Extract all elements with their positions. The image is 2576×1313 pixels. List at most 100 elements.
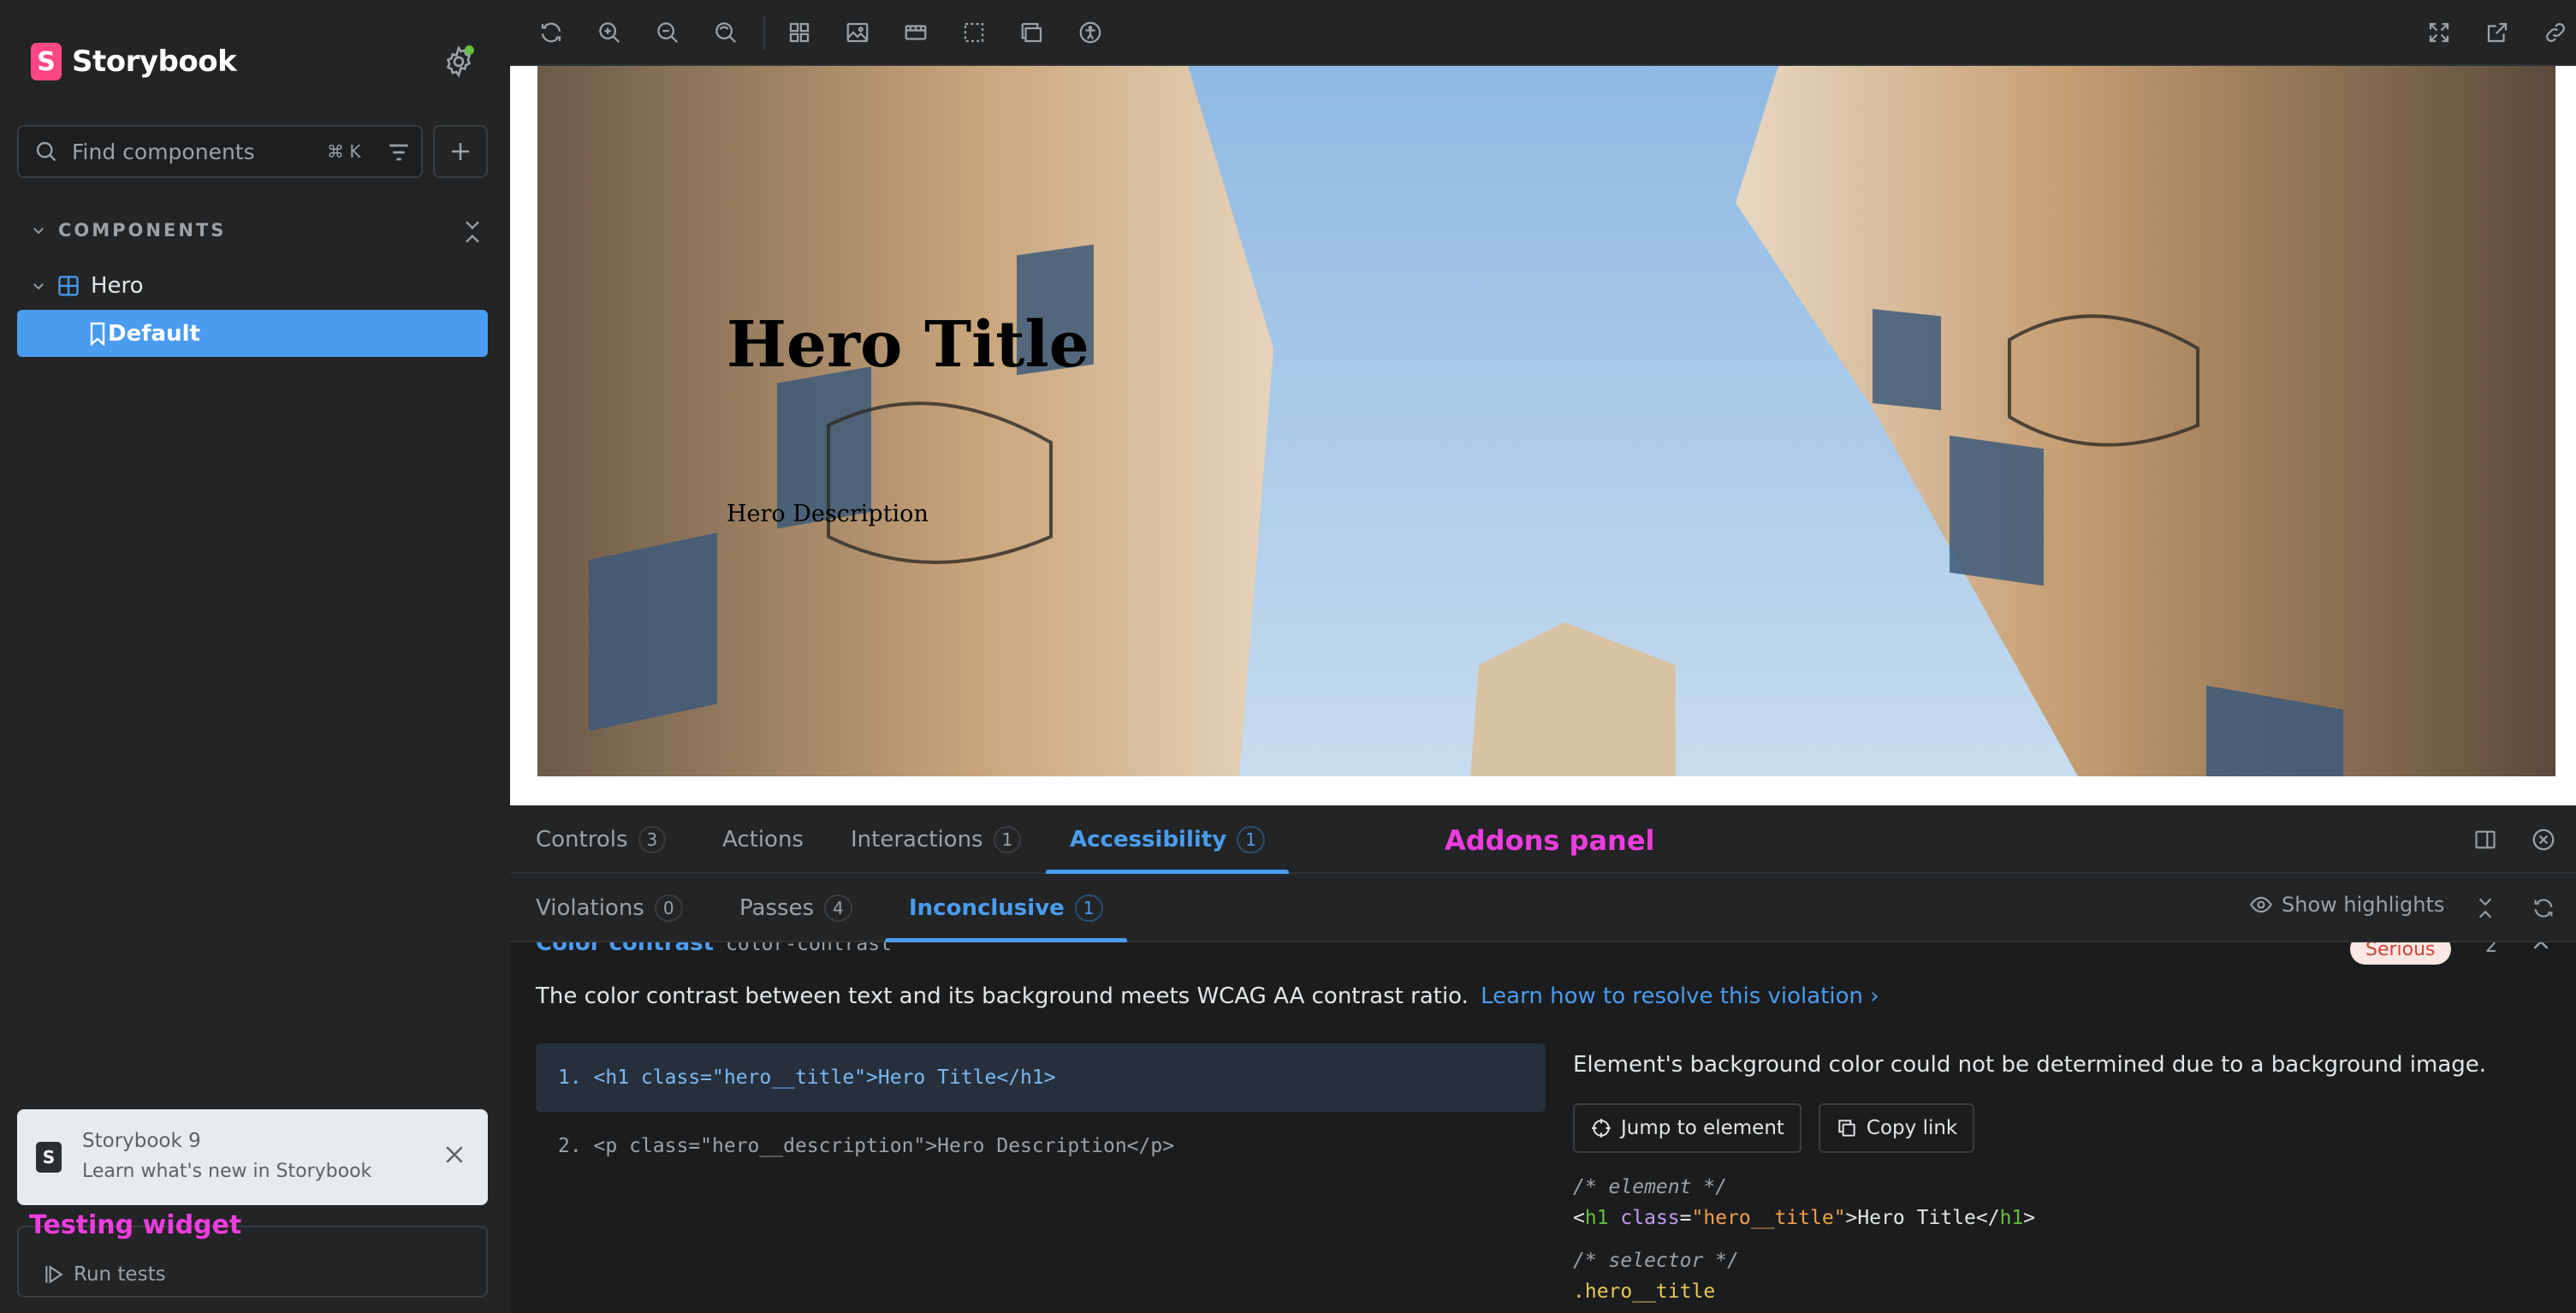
code-comment: /* element */: [1573, 1176, 1728, 1198]
close-icon: [446, 1146, 463, 1163]
close-notification-button[interactable]: [442, 1142, 467, 1167]
tab-actions[interactable]: Actions: [722, 805, 804, 874]
jump-to-element-label: Jump to element: [1621, 1117, 1784, 1139]
run-tests-button[interactable]: Run tests: [43, 1263, 166, 1286]
list-item[interactable]: 2. <p class="hero__description">Hero Des…: [536, 1112, 1546, 1180]
copy-link-button[interactable]: Copy link: [1818, 1103, 1975, 1153]
collapse-results-button[interactable]: [2470, 893, 2501, 924]
collapse-all-button[interactable]: [460, 217, 484, 247]
tab-inconclusive[interactable]: Inconclusive 1: [885, 874, 1126, 942]
fullscreen-icon: [2429, 22, 2449, 43]
sidebar: S Storybook ⌘ K COMPONENTS: [0, 0, 510, 1313]
hero-photo: [537, 66, 2555, 776]
panel-position-button[interactable]: [2470, 824, 2501, 855]
tab-controls[interactable]: Controls 3: [536, 805, 667, 874]
node-details: Element's background color could not be …: [1573, 1043, 2566, 1307]
copy-link-icon: [2546, 23, 2565, 42]
code-comment: /* selector */: [1573, 1250, 1739, 1272]
sidebar-item-default-story[interactable]: Default: [17, 310, 488, 357]
zoom-out-icon: [657, 22, 679, 44]
severity-badge: Serious: [2350, 942, 2451, 965]
rule-description-text: The color contrast between text and its …: [536, 983, 1469, 1009]
rule-description: The color contrast between text and its …: [536, 983, 1879, 1009]
search-box[interactable]: ⌘ K: [17, 125, 423, 178]
grid-button[interactable]: [784, 17, 815, 48]
addons-panel-annotation: Addons panel: [1445, 824, 1655, 857]
run-tests-label: Run tests: [74, 1263, 166, 1286]
component-icon: [58, 276, 79, 296]
jump-to-element-button[interactable]: Jump to element: [1573, 1103, 1801, 1153]
zoom-reset-button[interactable]: [710, 17, 741, 48]
show-highlights-label: Show highlights: [2282, 893, 2445, 917]
chevron-down-icon: [33, 228, 44, 235]
brand[interactable]: S Storybook: [31, 41, 237, 82]
rule-count: 2: [2485, 942, 2497, 957]
viewport-button[interactable]: [900, 17, 931, 48]
sidebar-item-hero[interactable]: Hero: [31, 270, 144, 301]
copy-link-button[interactable]: [2540, 17, 2571, 48]
accessibility-button[interactable]: [1075, 17, 1106, 48]
tab-count-badge: 0: [654, 894, 683, 922]
hero-title: Hero Title: [727, 308, 1089, 382]
tab-count-badge: 1: [1074, 894, 1103, 922]
bookmark-icon: [90, 322, 105, 346]
outline-button[interactable]: [959, 17, 989, 48]
list-item[interactable]: 1. <h1 class="hero__title">Hero Title</h…: [536, 1043, 1546, 1112]
measure-button[interactable]: [1017, 17, 1048, 48]
rule-collapse-button[interactable]: [2528, 942, 2554, 958]
whats-new-notification[interactable]: S Storybook 9 Learn what's new in Storyb…: [17, 1109, 488, 1205]
rule-header[interactable]: Color contrast color-contrast: [536, 942, 892, 956]
fullscreen-button[interactable]: [2424, 17, 2454, 48]
tab-violations[interactable]: Violations 0: [536, 874, 683, 942]
learn-more-link[interactable]: Learn how to resolve this violation ›: [1481, 983, 1879, 1009]
copy-link-label: Copy link: [1866, 1117, 1958, 1139]
play-icon: [45, 1265, 63, 1284]
grid-icon: [789, 22, 810, 43]
zoom-in-icon: [599, 22, 620, 44]
accessibility-icon: [1079, 21, 1101, 44]
create-story-button[interactable]: [433, 125, 488, 178]
settings-button[interactable]: [442, 45, 476, 79]
close-panel-button[interactable]: [2528, 824, 2559, 855]
reload-button[interactable]: [536, 17, 567, 48]
background-button[interactable]: [842, 17, 873, 48]
tab-label: Controls: [536, 827, 628, 853]
tab-passes[interactable]: Passes 4: [739, 874, 852, 942]
update-status-dot: [465, 45, 474, 55]
search-input[interactable]: [70, 138, 310, 165]
collapse-icon: [466, 221, 479, 243]
detail-actions: Jump to element Copy link: [1573, 1103, 2566, 1153]
sidebar-layout-icon: [2475, 830, 2496, 849]
eye-icon: [2250, 896, 2272, 913]
measure-icon: [1021, 22, 1042, 43]
sidebar-item-label: Default: [108, 320, 200, 347]
detail-message: Element's background color could not be …: [1573, 1052, 2487, 1078]
rerun-tests-button[interactable]: [2528, 893, 2559, 924]
filter-button[interactable]: [385, 139, 413, 166]
show-highlights-toggle[interactable]: Show highlights: [2249, 893, 2444, 917]
tab-label: Actions: [722, 827, 804, 853]
tab-count-badge: 1: [1237, 826, 1265, 853]
tab-accessibility[interactable]: Accessibility 1: [1046, 805, 1289, 874]
open-new-tab-button[interactable]: [2482, 17, 2513, 48]
affected-nodes-list: 1. <h1 class="hero__title">Hero Title</h…: [536, 1043, 1546, 1180]
chevron-down-icon: [33, 283, 44, 290]
zoom-out-button[interactable]: [652, 17, 683, 48]
zoom-in-button[interactable]: [594, 17, 625, 48]
a11y-results: Color contrast color-contrast Serious 2 …: [510, 942, 2576, 1313]
crosshair-icon: [1592, 1119, 1611, 1138]
storybook-logo-icon: S: [31, 43, 62, 80]
addons-panel: Controls 3 Actions Interactions 1 Access…: [510, 805, 2576, 1313]
toolbar-divider: [763, 15, 765, 50]
code-line-selector: .hero__title: [1573, 1280, 1716, 1303]
tab-label: Accessibility: [1070, 827, 1227, 853]
viewport-icon: [905, 25, 927, 40]
code-line-element: <h1 class="hero__title">Hero Title</h1>: [1573, 1207, 2036, 1229]
zoom-reset-icon: [715, 22, 737, 44]
preview-toolbar: [510, 0, 2576, 66]
plus-icon: [452, 143, 469, 160]
components-section-header[interactable]: COMPONENTS: [31, 216, 484, 245]
hero-background-image: Hero Title Hero Description: [537, 66, 2555, 776]
rule-name: Color contrast: [536, 942, 715, 956]
tab-interactions[interactable]: Interactions 1: [851, 805, 1022, 874]
